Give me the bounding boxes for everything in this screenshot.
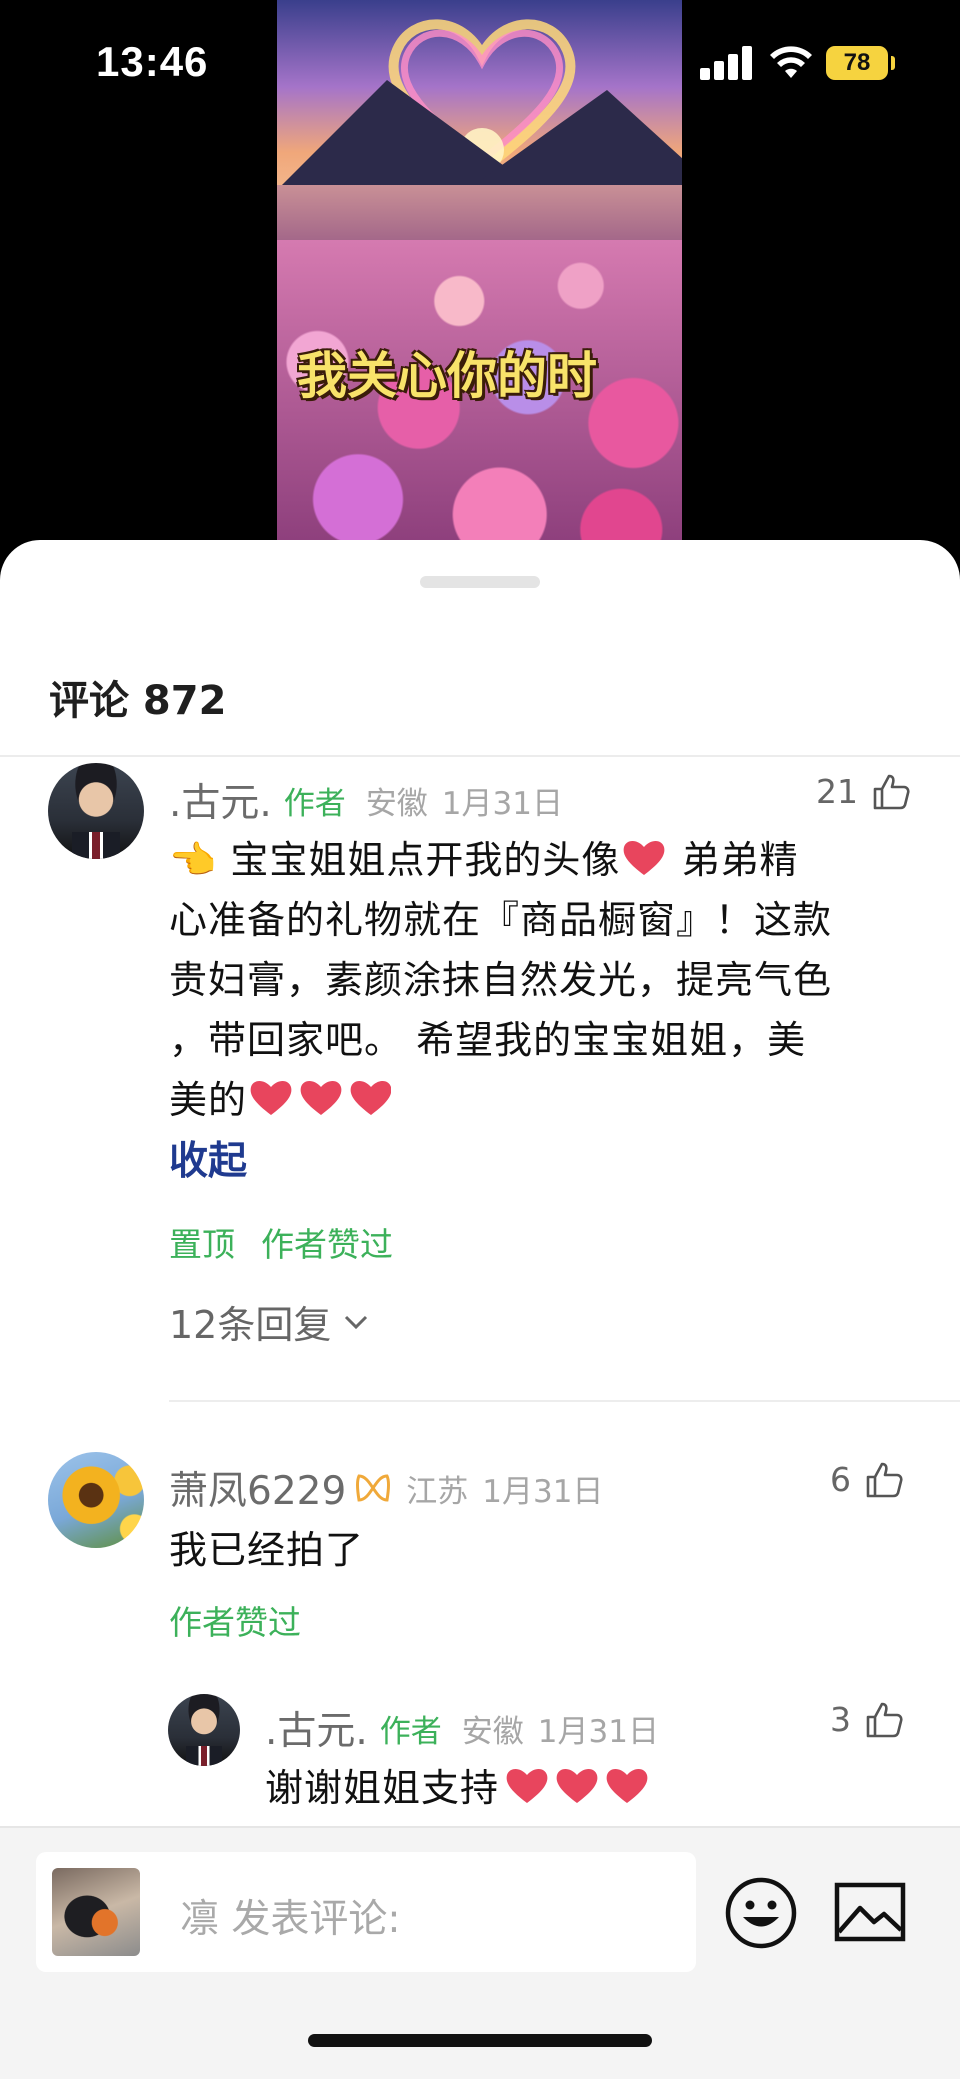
comment-text: 👈 宝宝姐姐点开我的头像 弟弟精 心准备的礼物就在『商品橱窗』！这款 贵妇膏，素…	[169, 830, 909, 1130]
comment-line: 贵妇膏，素颜涂抹自然发光，提亮气色	[169, 958, 833, 1002]
comment-date: 1月31日	[441, 785, 563, 822]
like-count: 3	[830, 1700, 851, 1739]
comment-tags: 作者赞过	[169, 1596, 301, 1644]
comment-location: 江苏	[406, 1473, 469, 1510]
like-count: 6	[830, 1460, 851, 1499]
comment-line: 心准备的礼物就在『商品橱窗』！这款	[169, 898, 833, 942]
username[interactable]: .古元.	[265, 1700, 368, 1756]
author-tag: 作者	[379, 1713, 442, 1750]
home-indicator[interactable]	[308, 2034, 652, 2047]
my-avatar	[52, 1868, 140, 1956]
comment-header: .古元. 作者 安徽 1月31日	[169, 772, 563, 828]
comment-line: 美的	[169, 1078, 248, 1122]
replies-count: 12条回复	[169, 1303, 332, 1347]
smile-icon[interactable]	[724, 1876, 798, 1950]
comment-tags: 置顶 作者赞过	[169, 1218, 393, 1266]
view-replies-button[interactable]: 12条回复	[169, 1294, 369, 1349]
avatar[interactable]	[48, 763, 144, 859]
comment-date: 1月31日	[537, 1713, 659, 1750]
ribbon-badge-icon	[356, 1474, 391, 1502]
wifi-icon	[770, 46, 812, 78]
collapse-link[interactable]: 收起	[169, 1130, 247, 1186]
comment-header: .古元. 作者 安徽 1月31日	[265, 1700, 659, 1756]
comment-text: 我已经拍了	[169, 1528, 365, 1572]
username[interactable]: 萧凤6229	[169, 1460, 346, 1516]
status-bar: 13:46 78	[0, 0, 960, 130]
comment-date: 1月31日	[482, 1473, 604, 1510]
comment-input[interactable]: 凛 发表评论:	[36, 1852, 696, 1972]
like-button[interactable]: 21	[816, 772, 910, 811]
like-button[interactable]: 3	[830, 1700, 903, 1739]
thumbs-up-icon	[866, 1702, 903, 1737]
avatar[interactable]	[168, 1694, 240, 1766]
like-count: 21	[816, 772, 858, 811]
comment-location: 安徽	[365, 785, 428, 822]
chevron-down-icon	[345, 1315, 368, 1329]
comment-line-tail: 弟弟精	[668, 838, 799, 882]
heart-emoji-icon	[624, 840, 665, 875]
comment-line: 👈 宝宝姐姐点开我的头像	[169, 838, 621, 882]
video-caption: 我关心你的时	[297, 347, 597, 405]
avatar[interactable]	[48, 1452, 144, 1548]
author-liked-tag: 作者赞过	[169, 1603, 301, 1642]
comment-location: 安徽	[461, 1713, 524, 1750]
comment-text: 谢谢姐姐支持	[265, 1758, 651, 1818]
divider	[169, 1400, 960, 1402]
pinned-tag: 置顶	[169, 1225, 235, 1264]
comment-header: 萧凤6229 江苏 1月31日	[169, 1460, 603, 1516]
username[interactable]: .古元.	[169, 772, 272, 828]
comment-line: 谢谢姐姐支持	[265, 1766, 500, 1810]
battery-icon: 78	[826, 46, 888, 80]
status-time: 13:46	[96, 38, 209, 85]
battery-tip	[891, 56, 895, 70]
comment-item: .古元. 作者 安徽 1月31日 21 👈 宝宝姐姐点开我的头像 弟弟精 心准备…	[0, 540, 960, 1410]
author-tag: 作者	[283, 785, 346, 822]
comment-input-placeholder: 凛 发表评论:	[180, 1897, 401, 1942]
thumbs-up-icon	[873, 774, 910, 809]
image-icon[interactable]	[834, 1882, 906, 1942]
like-button[interactable]: 6	[830, 1460, 903, 1499]
heart-emoji-icon	[506, 1768, 648, 1803]
author-liked-tag: 作者赞过	[261, 1225, 393, 1264]
comment-line: ，带回家吧。 希望我的宝宝姐姐，美	[169, 1018, 807, 1062]
heart-emoji-icon	[250, 1080, 392, 1115]
cellular-signal-icon	[700, 46, 752, 80]
thumbs-up-icon	[866, 1462, 903, 1497]
